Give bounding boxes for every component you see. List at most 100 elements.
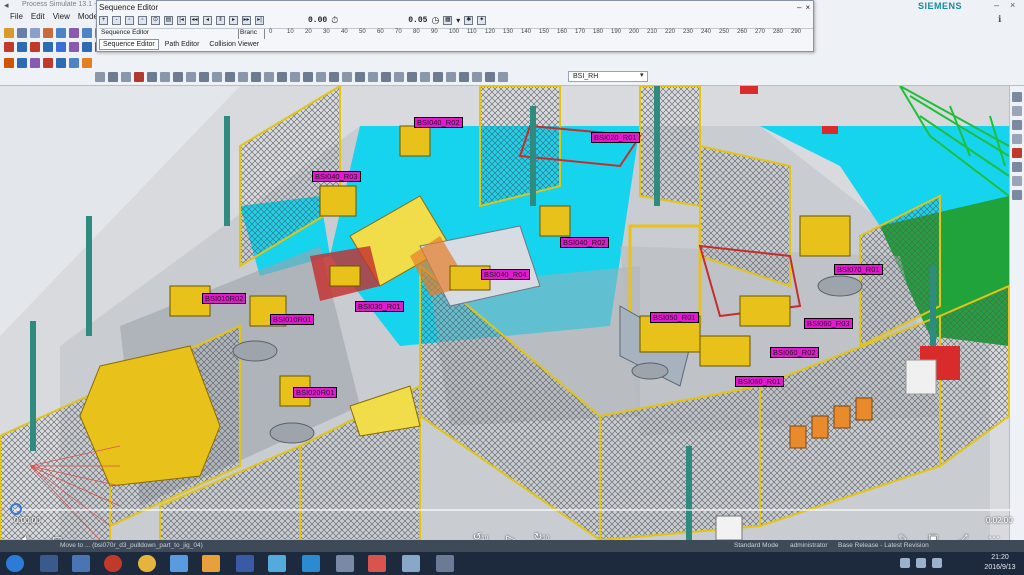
pick-icon[interactable] [147, 72, 157, 82]
robot-label[interactable]: BSI040_R02 [414, 117, 463, 128]
filter-icon[interactable] [1012, 176, 1022, 186]
wireframe-icon[interactable] [355, 72, 365, 82]
save-as-icon[interactable] [30, 28, 40, 38]
view-iso-icon[interactable] [329, 72, 339, 82]
placement-icon[interactable] [56, 42, 66, 52]
robot-label[interactable]: BSI040_R04 [481, 269, 530, 280]
tab-sequence-editor[interactable]: Sequence Editor [99, 39, 159, 50]
section-icon[interactable] [121, 72, 131, 82]
blank-icon[interactable] [394, 72, 404, 82]
taskbar-app-icon[interactable] [72, 555, 90, 572]
taskbar-app-icon[interactable] [436, 555, 454, 572]
filter-dropdown-icon[interactable]: ▾ [456, 16, 460, 25]
gantt-icon[interactable]: ▦ [443, 16, 453, 25]
tray-icon[interactable] [932, 558, 942, 568]
location-icon[interactable] [69, 58, 79, 68]
minimize-icon[interactable]: – [994, 0, 999, 10]
edge-icon[interactable] [212, 72, 222, 82]
zoom-fit-timeline-icon[interactable]: ▫ [125, 16, 134, 25]
close-window-icon[interactable]: × [1010, 0, 1015, 10]
point-icon[interactable] [199, 72, 209, 82]
video-progress-bar[interactable] [14, 509, 1012, 511]
collision-icon[interactable] [134, 72, 144, 82]
taskbar-app-icon[interactable] [138, 555, 156, 572]
snap-icon[interactable] [95, 72, 105, 82]
pan-icon[interactable] [277, 72, 287, 82]
taskbar-app-icon[interactable] [402, 555, 420, 572]
cut-icon[interactable] [82, 28, 92, 38]
tree-icon[interactable] [1012, 134, 1022, 144]
chart-icon[interactable]: ▤ [164, 16, 173, 25]
taskbar-app-icon[interactable] [202, 555, 220, 572]
select-icon[interactable] [17, 42, 27, 52]
export-icon[interactable] [56, 28, 66, 38]
help-icon[interactable]: ℹ [998, 14, 1001, 25]
list-icon[interactable] [1012, 190, 1022, 200]
zoom-in-icon[interactable]: + [99, 16, 108, 25]
video-scrubber-handle[interactable] [10, 503, 22, 515]
back-icon[interactable]: ◂ [4, 0, 9, 11]
properties-icon[interactable] [1012, 120, 1022, 130]
teach-icon[interactable] [17, 58, 27, 68]
pause-icon[interactable]: ‖ [216, 16, 225, 25]
settings-icon[interactable]: ✦ [477, 16, 487, 25]
tray-icon[interactable] [900, 558, 910, 568]
robot-label[interactable]: BSI020R01 [293, 387, 338, 398]
zoom-icon[interactable] [264, 72, 274, 82]
robot-label[interactable]: BSI050_R01 [650, 312, 699, 323]
tab-path-editor[interactable]: Path Editor [161, 39, 204, 50]
axis-icon[interactable] [160, 72, 170, 82]
panel-icon[interactable] [1012, 106, 1022, 116]
step-back-icon[interactable]: ◂◂ [190, 16, 199, 25]
hide-icon[interactable] [368, 72, 378, 82]
camera-icon[interactable] [446, 72, 456, 82]
minimize-panel-icon[interactable]: – [797, 3, 801, 12]
jog-icon[interactable] [30, 58, 40, 68]
robot-label[interactable]: BSI040_R03 [312, 171, 361, 182]
step-forward-icon[interactable]: ▸▸ [242, 16, 251, 25]
taskbar-app-icon[interactable] [336, 555, 354, 572]
dock-icon[interactable] [1012, 92, 1022, 102]
view-front-icon[interactable] [303, 72, 313, 82]
color-icon[interactable] [407, 72, 417, 82]
rotate-icon[interactable] [290, 72, 300, 82]
group-icon[interactable] [69, 42, 79, 52]
taskbar-app-icon[interactable] [302, 555, 320, 572]
zoom-fit-icon[interactable] [251, 72, 261, 82]
face-icon[interactable] [225, 72, 235, 82]
show-icon[interactable] [381, 72, 391, 82]
robot-label[interactable]: BSI010R02 [202, 293, 247, 304]
robot-label[interactable]: BSI060_R01 [735, 376, 784, 387]
robot-label[interactable]: BSI040_R02 [560, 237, 609, 248]
vertex-icon[interactable] [238, 72, 248, 82]
link-icon[interactable]: ⊙ [151, 16, 160, 25]
jump-end-icon[interactable]: ▸| [255, 16, 264, 25]
menu-edit[interactable]: Edit [31, 12, 45, 24]
frame-icon[interactable] [82, 42, 92, 52]
time-step-field[interactable]: 0.05 [408, 16, 427, 25]
taskbar-app-icon[interactable] [170, 555, 188, 572]
view-top-icon[interactable] [316, 72, 326, 82]
taskbar-app-icon[interactable] [236, 555, 254, 572]
tray-icon[interactable] [916, 558, 926, 568]
taskbar-app-icon[interactable] [268, 555, 286, 572]
play-icon[interactable]: ▸ [229, 16, 238, 25]
study-combo[interactable]: BSI_RH [568, 71, 648, 82]
shading-icon[interactable] [342, 72, 352, 82]
robot-label[interactable]: BSI060_R03 [804, 318, 853, 329]
path-icon[interactable] [56, 58, 66, 68]
transparency-icon[interactable] [420, 72, 430, 82]
close-panel-icon[interactable]: × [805, 3, 810, 12]
menu-file[interactable]: File [10, 12, 23, 24]
warning-icon[interactable] [1012, 148, 1022, 158]
taskbar-app-icon[interactable] [40, 555, 58, 572]
start-icon[interactable] [6, 555, 24, 572]
robot-label[interactable]: BSI020_R01 [591, 132, 640, 143]
save-icon[interactable] [17, 28, 27, 38]
relocate-icon[interactable] [43, 42, 53, 52]
robot-label[interactable]: BSI070_R01 [834, 264, 883, 275]
zoom-region-icon[interactable]: ▫ [138, 16, 147, 25]
curve-icon[interactable] [186, 72, 196, 82]
taskbar-clock[interactable]: 21:20 2016/9/13 [978, 553, 1022, 573]
current-time-field[interactable]: 0.00 [308, 16, 327, 25]
